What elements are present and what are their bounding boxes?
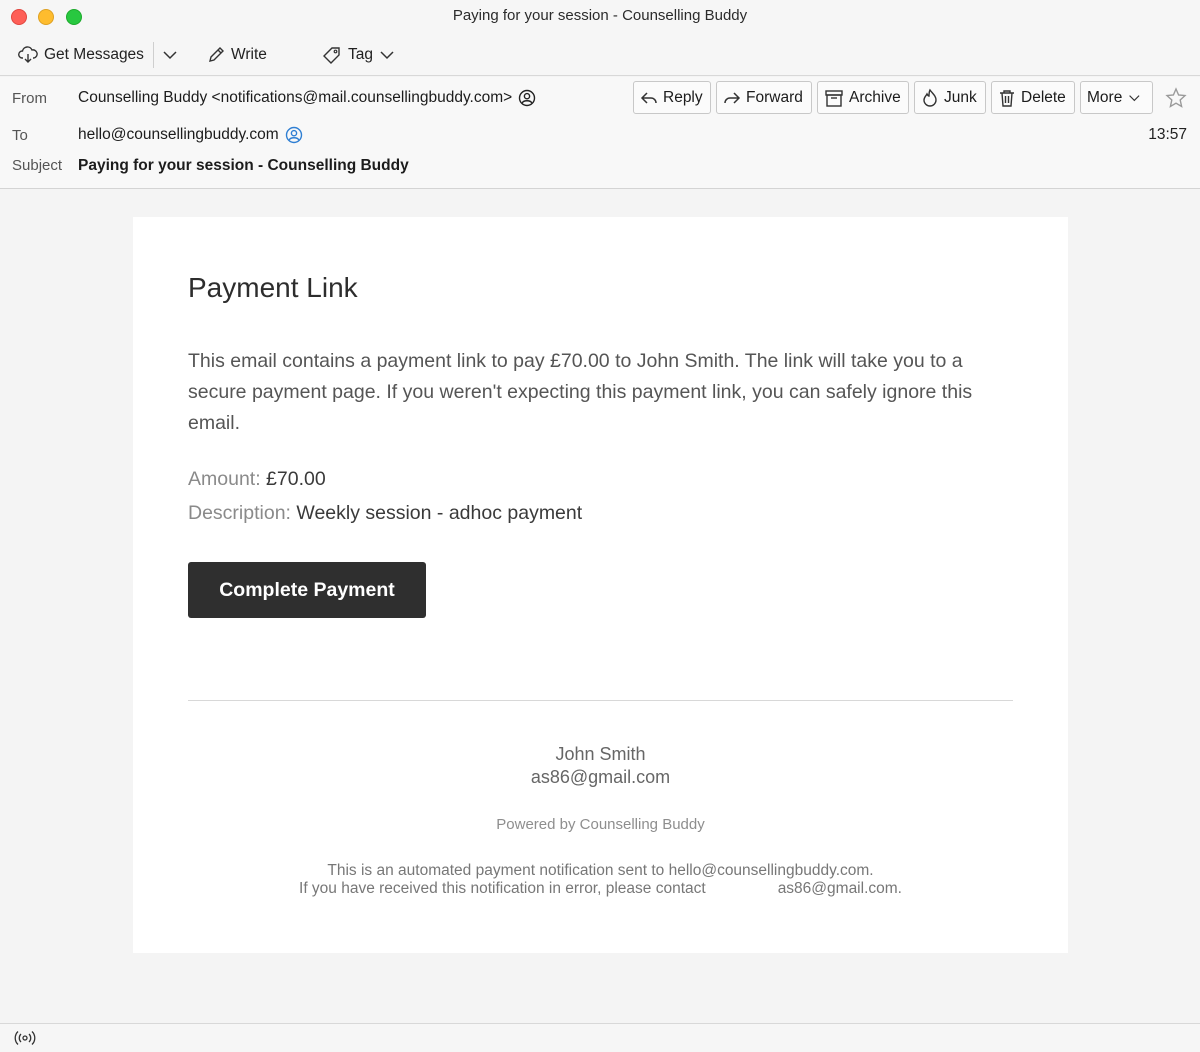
archive-icon: [825, 89, 843, 107]
to-address[interactable]: hello@counsellingbuddy.com: [78, 126, 279, 144]
get-messages-icon: [18, 46, 38, 63]
more-button[interactable]: More: [1080, 81, 1153, 114]
message-header: From Counselling Buddy <notifications@ma…: [0, 77, 1200, 189]
amount-row: Amount: £70.00: [188, 468, 326, 491]
message-body: Payment Link This email contains a payme…: [0, 190, 1200, 1023]
tag-button[interactable]: Tag: [322, 42, 395, 68]
from-address[interactable]: Counselling Buddy <notifications@mail.co…: [78, 89, 512, 107]
footer-name: John Smith: [555, 744, 646, 764]
junk-label: Junk: [944, 88, 977, 106]
chevron-down-icon: [1129, 94, 1140, 101]
online-status-icon[interactable]: [13, 1029, 37, 1047]
footer-divider: [188, 700, 1013, 701]
email-card: Payment Link This email contains a payme…: [133, 217, 1068, 953]
description-label: Description:: [188, 502, 291, 524]
from-value[interactable]: Counselling Buddy <notifications@mail.co…: [78, 89, 536, 107]
complete-payment-button[interactable]: Complete Payment: [188, 562, 426, 618]
trash-icon: [1000, 89, 1014, 107]
toolbar: Get Messages Write Tag: [0, 34, 1200, 76]
reply-icon: [640, 91, 657, 104]
to-value[interactable]: hello@counsellingbuddy.com: [78, 126, 303, 144]
junk-icon: [923, 88, 937, 107]
reply-label: Reply: [663, 88, 703, 106]
powered-by-text: Powered by Counselling Buddy: [496, 816, 705, 833]
tag-icon: [323, 47, 340, 64]
description-value: Weekly session - adhoc payment: [296, 502, 583, 524]
delete-button[interactable]: Delete: [991, 81, 1075, 114]
footer-note-line2: If you have received this notification i…: [133, 880, 1068, 898]
email-heading: Payment Link: [188, 272, 358, 303]
reply-button[interactable]: Reply: [633, 81, 711, 114]
footer-note-line1: This is an automated payment notificatio…: [327, 862, 874, 879]
tag-label: Tag: [348, 46, 373, 63]
more-label: More: [1087, 88, 1123, 106]
to-label: To: [12, 127, 28, 144]
subject-value: Paying for your session - Counselling Bu…: [78, 157, 409, 174]
delete-label: Delete: [1021, 88, 1066, 106]
subject-label: Subject: [12, 157, 63, 174]
forward-label: Forward: [746, 88, 803, 106]
amount-label: Amount:: [188, 468, 261, 490]
title-bar: Paying for your session - Counselling Bu…: [0, 0, 1200, 34]
address-book-icon[interactable]: [285, 126, 303, 144]
get-messages-button[interactable]: Get Messages: [18, 42, 144, 68]
forward-icon: [724, 91, 741, 104]
toolbar-separator: [153, 42, 154, 68]
footer-contact-email[interactable]: as86@gmail.com.: [778, 880, 902, 897]
description-row: Description: Weekly session - adhoc paym…: [188, 502, 582, 525]
from-label: From: [12, 90, 47, 107]
mail-window: Paying for your session - Counselling Bu…: [0, 0, 1200, 1052]
message-time: 13:57: [1148, 126, 1187, 143]
email-paragraph: This email contains a payment link to pa…: [188, 350, 973, 434]
footer-email[interactable]: as86@gmail.com: [133, 767, 1068, 788]
footer-note-text: If you have received this notification i…: [299, 880, 706, 897]
amount-value: £70.00: [266, 468, 326, 490]
get-messages-label: Get Messages: [44, 46, 144, 63]
chevron-down-icon: [380, 51, 394, 60]
write-label: Write: [231, 46, 267, 63]
write-button[interactable]: Write: [207, 42, 267, 68]
pencil-icon: [209, 47, 224, 62]
star-icon[interactable]: [1165, 87, 1187, 109]
contact-icon[interactable]: [518, 89, 536, 107]
archive-label: Archive: [849, 88, 901, 106]
archive-button[interactable]: Archive: [817, 81, 909, 114]
window-title: Paying for your session - Counselling Bu…: [452, 7, 748, 24]
forward-button[interactable]: Forward: [716, 81, 812, 114]
get-messages-menu-button[interactable]: [162, 42, 184, 68]
status-bar: [0, 1023, 1200, 1052]
chevron-down-icon: [163, 51, 177, 60]
junk-button[interactable]: Junk: [914, 81, 986, 114]
